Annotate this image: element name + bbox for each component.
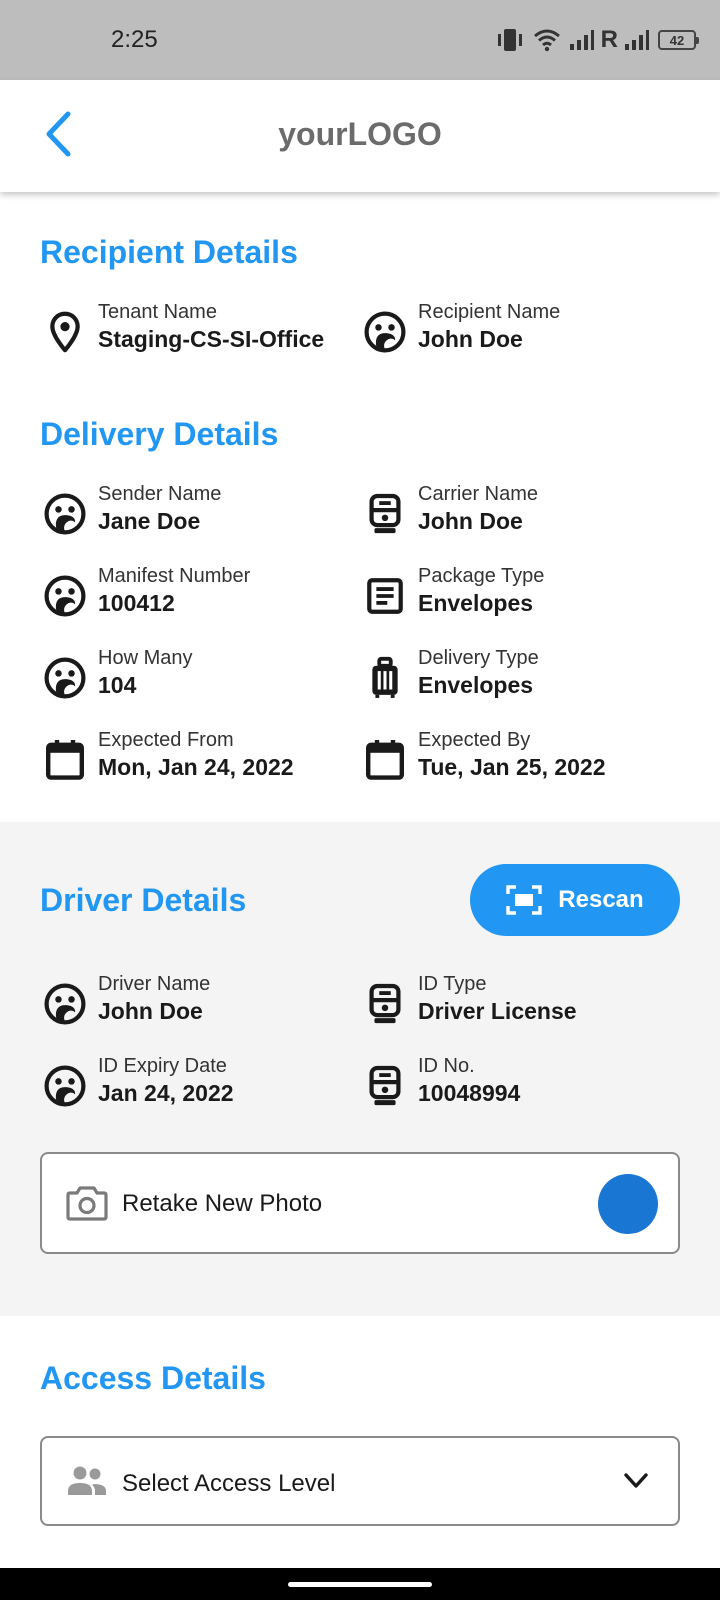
field-label: Delivery Type [418, 647, 539, 669]
field-label: Tenant Name [98, 301, 217, 323]
access-section: Access Details Select Access Level [0, 1316, 720, 1568]
app-bar: yourLOGO [0, 80, 720, 192]
signal-icon [569, 29, 595, 51]
field-value: John Doe [98, 998, 203, 1024]
field-label: ID Type [418, 973, 487, 995]
face-icon [40, 571, 90, 621]
field-label: Manifest Number [98, 565, 251, 587]
id-expiry-field: ID Expiry Date Jan 24, 2022 [40, 1054, 234, 1111]
field-label: How Many [98, 647, 193, 669]
delivery-section: Delivery Details Sender Name Jane Doe Ca… [0, 404, 720, 822]
calendar-icon [360, 735, 410, 785]
field-label: Driver Name [98, 973, 211, 995]
access-level-select[interactable]: Select Access Level [40, 1436, 680, 1526]
document-icon [360, 571, 410, 621]
how-many-field: How Many 104 [40, 646, 192, 703]
field-label: Expected From [98, 729, 234, 751]
face-icon [40, 489, 90, 539]
section-title: Recipient Details [40, 234, 298, 270]
users-icon [68, 1466, 106, 1495]
status-time: 2:25 [111, 26, 158, 53]
access-level-placeholder: Select Access Level [122, 1470, 336, 1497]
field-value: Jan 24, 2022 [98, 1080, 234, 1106]
field-label: Recipient Name [418, 301, 561, 323]
driver-name-field: Driver Name John Doe [40, 972, 210, 1029]
field-value: Jane Doe [98, 508, 201, 534]
face-icon [360, 307, 410, 357]
field-value: Driver License [418, 998, 577, 1024]
field-value: Envelopes [418, 672, 534, 698]
expected-by-field: Expected By Tue, Jan 25, 2022 [360, 728, 606, 785]
vibrate-icon [495, 27, 525, 53]
system-navigation-bar [0, 1568, 720, 1600]
field-label: ID Expiry Date [98, 1055, 227, 1077]
carrier-field: Carrier Name John Doe [360, 482, 538, 539]
scan-icon [506, 885, 542, 915]
home-gesture-handle[interactable] [288, 1582, 432, 1587]
field-label: Sender Name [98, 483, 222, 505]
field-value: 100412 [98, 590, 175, 616]
status-bar: 2:25 R 42 [0, 0, 720, 80]
retake-photo-button[interactable]: Retake New Photo [40, 1152, 680, 1254]
status-icons: R 42 [495, 24, 699, 56]
field-value: Envelopes [418, 590, 534, 616]
photo-status-indicator[interactable] [598, 1174, 658, 1234]
field-label: Package Type [418, 565, 545, 587]
roaming-indicator: R [600, 26, 618, 53]
train-icon [360, 979, 410, 1029]
field-value: John Doe [418, 508, 523, 534]
field-label: ID No. [418, 1055, 475, 1077]
rescan-button[interactable]: Rescan [470, 864, 680, 936]
recipient-name-field: Recipient Name John Doe [360, 300, 560, 357]
section-title: Access Details [40, 1360, 266, 1396]
train-icon [360, 1061, 410, 1111]
field-value: Tue, Jan 25, 2022 [418, 754, 606, 780]
train-icon [360, 489, 410, 539]
face-icon [40, 1061, 90, 1111]
section-title: Driver Details [40, 882, 247, 918]
field-value: Mon, Jan 24, 2022 [98, 754, 294, 780]
field-label: Expected By [418, 729, 531, 751]
field-value: Staging-CS-SI-Office [98, 326, 325, 352]
wifi-icon [533, 28, 561, 52]
id-type-field: ID Type Driver License [360, 972, 577, 1029]
field-value: John Doe [418, 326, 523, 352]
signal-icon [624, 29, 650, 51]
retake-photo-label: Retake New Photo [122, 1190, 323, 1217]
recipient-section: Recipient Details Tenant Name Staging-CS… [0, 192, 720, 404]
face-icon [40, 979, 90, 1029]
manifest-field: Manifest Number 100412 [40, 564, 250, 621]
app-logo-title: yourLOGO [278, 116, 442, 152]
calendar-icon [40, 735, 90, 785]
location-pin-icon [40, 307, 90, 357]
luggage-icon [360, 653, 410, 703]
section-title: Delivery Details [40, 416, 279, 452]
driver-section: Driver Details Rescan Driver Name John D… [0, 822, 720, 1316]
camera-icon [66, 1186, 108, 1221]
delivery-type-field: Delivery Type Envelopes [360, 646, 539, 703]
chevron-down-icon [624, 1473, 648, 1488]
package-type-field: Package Type Envelopes [360, 564, 544, 621]
field-value: 104 [98, 672, 137, 698]
battery-icon: 42 [658, 30, 699, 50]
face-icon [40, 653, 90, 703]
expected-from-field: Expected From Mon, Jan 24, 2022 [40, 728, 294, 785]
rescan-label: Rescan [558, 886, 644, 913]
field-label: Carrier Name [418, 483, 539, 505]
sender-field: Sender Name Jane Doe [40, 482, 221, 539]
tenant-field: Tenant Name Staging-CS-SI-Office [40, 300, 324, 357]
field-value: 10048994 [418, 1080, 521, 1106]
id-no-field: ID No. 10048994 [360, 1054, 520, 1111]
